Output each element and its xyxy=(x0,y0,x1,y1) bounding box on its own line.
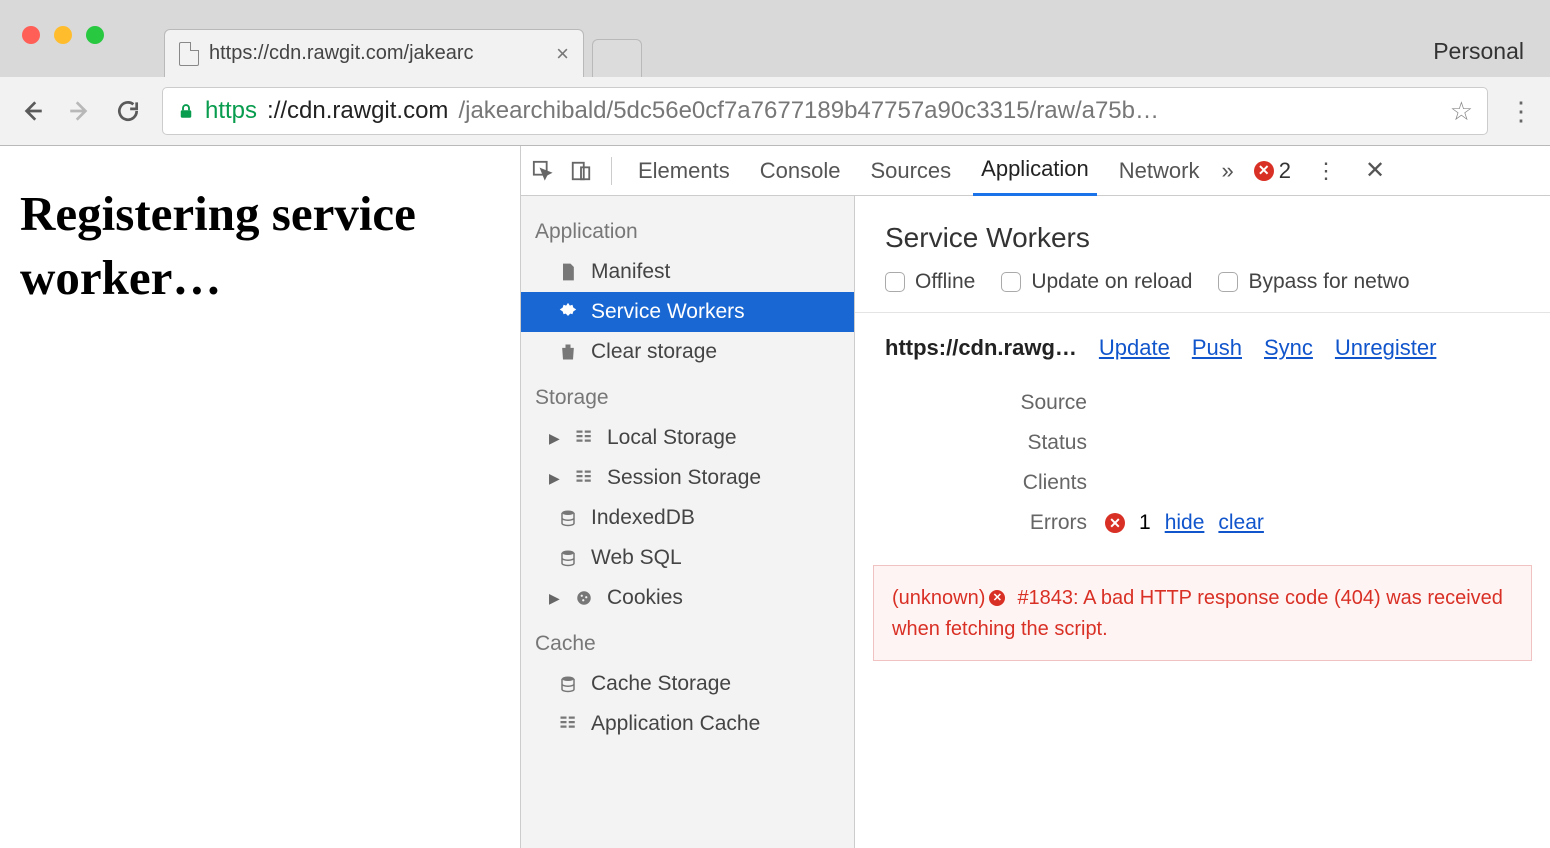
tab-network[interactable]: Network xyxy=(1111,146,1208,196)
sidebar-item-service-workers[interactable]: Service Workers xyxy=(521,292,854,332)
expand-icon[interactable]: ▶ xyxy=(549,470,561,487)
window-close-button[interactable] xyxy=(22,26,40,44)
sidebar-item-app-cache[interactable]: Application Cache xyxy=(521,704,854,744)
devtools-panel: Elements Console Sources Application Net… xyxy=(520,146,1550,848)
devtools-close-icon[interactable]: ✕ xyxy=(1365,156,1385,185)
sw-source-label: Source xyxy=(885,391,1105,415)
grid-icon xyxy=(573,427,595,449)
devtools-menu-icon[interactable]: ⋮ xyxy=(1315,158,1337,184)
sidebar-item-manifest[interactable]: Manifest xyxy=(521,252,854,292)
error-count: 2 xyxy=(1279,158,1291,184)
tab-console[interactable]: Console xyxy=(752,146,849,196)
update-on-reload-checkbox[interactable]: Update on reload xyxy=(1001,270,1192,294)
sidebar-item-session-storage[interactable]: ▶ Session Storage xyxy=(521,458,854,498)
window-zoom-button[interactable] xyxy=(86,26,104,44)
database-icon xyxy=(557,507,579,529)
page-content: Registering service worker… xyxy=(0,146,520,848)
application-sidebar: Application Manifest Service Workers Cle… xyxy=(521,196,855,848)
sw-update-link[interactable]: Update xyxy=(1099,335,1170,361)
error-icon: ✕ xyxy=(989,590,1005,606)
device-toggle-icon[interactable] xyxy=(569,159,593,183)
tab-title: https://cdn.rawgit.com/jakearc xyxy=(209,42,474,65)
grid-icon xyxy=(573,467,595,489)
sw-push-link[interactable]: Push xyxy=(1192,335,1242,361)
sw-error-count: 1 xyxy=(1139,511,1151,535)
error-count-badge[interactable]: ✕ 2 xyxy=(1254,158,1291,184)
sw-unregister-link[interactable]: Unregister xyxy=(1335,335,1436,361)
close-tab-icon[interactable]: × xyxy=(556,41,569,67)
sidebar-group-cache: Cache xyxy=(521,618,854,664)
expand-icon[interactable]: ▶ xyxy=(549,430,561,447)
bypass-network-checkbox[interactable]: Bypass for netwo xyxy=(1218,270,1409,294)
sw-origin: https://cdn.rawg… xyxy=(885,335,1077,361)
sw-clear-errors-link[interactable]: clear xyxy=(1218,511,1264,535)
sw-hide-errors-link[interactable]: hide xyxy=(1165,511,1205,535)
tab-application[interactable]: Application xyxy=(973,146,1097,196)
sidebar-item-local-storage[interactable]: ▶ Local Storage xyxy=(521,418,854,458)
database-icon xyxy=(557,547,579,569)
grid-icon xyxy=(557,713,579,735)
cookie-icon xyxy=(573,587,595,609)
sidebar-item-cache-storage[interactable]: Cache Storage xyxy=(521,664,854,704)
sidebar-item-websql[interactable]: Web SQL xyxy=(521,538,854,578)
bookmark-icon[interactable]: ☆ xyxy=(1450,96,1473,127)
tab-elements[interactable]: Elements xyxy=(630,146,738,196)
error-icon: ✕ xyxy=(1105,513,1125,533)
browser-menu-icon[interactable]: ⋮ xyxy=(1508,96,1532,127)
trash-icon xyxy=(557,341,579,363)
inspect-icon[interactable] xyxy=(531,159,555,183)
url-scheme: https xyxy=(205,97,257,125)
url-host: ://cdn.rawgit.com xyxy=(267,97,448,125)
lock-icon xyxy=(177,100,195,122)
forward-button xyxy=(66,97,94,125)
panel-title: Service Workers xyxy=(855,196,1550,270)
sidebar-group-application: Application xyxy=(521,206,854,252)
sidebar-item-cookies[interactable]: ▶ Cookies xyxy=(521,578,854,618)
error-icon: ✕ xyxy=(1254,161,1274,181)
expand-icon[interactable]: ▶ xyxy=(549,590,561,607)
more-tabs-icon[interactable]: » xyxy=(1221,158,1233,184)
address-bar[interactable]: https ://cdn.rawgit.com/jakearchibald/5dc… xyxy=(162,87,1488,135)
page-heading: Registering service worker… xyxy=(20,182,500,309)
sw-clients-label: Clients xyxy=(885,471,1105,495)
browser-tab[interactable]: https://cdn.rawgit.com/jakearc × xyxy=(164,29,584,77)
new-tab-button[interactable] xyxy=(592,39,642,77)
document-icon xyxy=(557,261,579,283)
window-minimize-button[interactable] xyxy=(54,26,72,44)
sw-errors-label: Errors xyxy=(885,511,1105,535)
database-icon xyxy=(557,673,579,695)
gear-icon xyxy=(557,301,579,323)
back-button[interactable] xyxy=(18,97,46,125)
profile-label[interactable]: Personal xyxy=(1433,38,1524,65)
separator xyxy=(611,157,612,185)
sw-status-label: Status xyxy=(885,431,1105,455)
reload-button[interactable] xyxy=(114,97,142,125)
url-path: /jakearchibald/5dc56e0cf7a7677189b47757a… xyxy=(458,97,1159,125)
page-icon xyxy=(179,42,199,66)
tab-sources[interactable]: Sources xyxy=(862,146,959,196)
sidebar-group-storage: Storage xyxy=(521,372,854,418)
sw-sync-link[interactable]: Sync xyxy=(1264,335,1313,361)
error-message-box: (unknown)✕ #1843: A bad HTTP response co… xyxy=(873,565,1532,661)
sidebar-item-clear-storage[interactable]: Clear storage xyxy=(521,332,854,372)
offline-checkbox[interactable]: Offline xyxy=(885,270,975,294)
sidebar-item-indexeddb[interactable]: IndexedDB xyxy=(521,498,854,538)
